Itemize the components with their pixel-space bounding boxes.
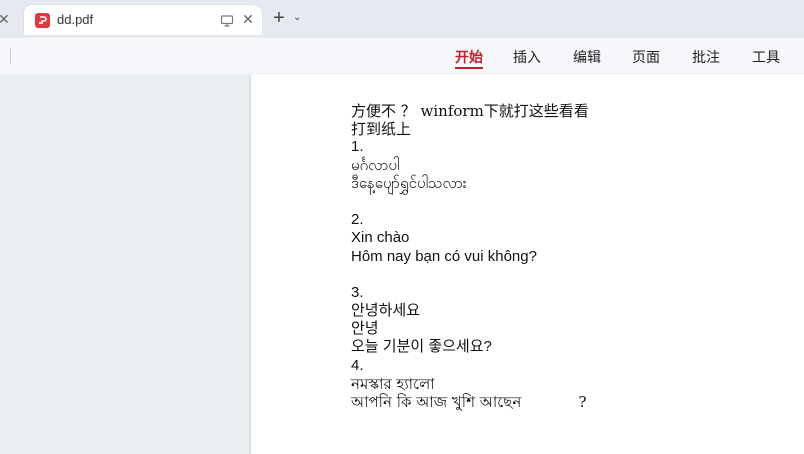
menu-item-tools[interactable]: 工具 xyxy=(752,47,780,69)
doc-line: 方便不 ？ winform下就打这些看看 xyxy=(351,102,589,120)
document-page: 方便不 ？ winform下就打这些看看 打到纸上 1. မင်္ဂလာပါ ဒ… xyxy=(251,74,804,454)
doc-line: 안녕하세요 xyxy=(351,302,421,320)
doc-line: မင်္ဂလာပါ xyxy=(351,156,400,174)
plus-icon[interactable]: + xyxy=(271,8,287,28)
menu-item-start[interactable]: 开始 xyxy=(455,47,483,69)
tab-title: dd.pdf xyxy=(57,12,94,27)
doc-line: Xin chào xyxy=(351,229,410,247)
doc-line: 2. xyxy=(351,211,364,229)
menu-item-edit[interactable]: 编辑 xyxy=(573,47,601,69)
doc-line: 打到纸上 xyxy=(351,120,412,139)
doc-line: নমস্কার হ্যালো xyxy=(351,374,435,393)
doc-line: 안녕 xyxy=(351,320,379,338)
doc-line: 1. xyxy=(351,138,364,156)
chevron-down-icon[interactable]: ⌄ xyxy=(293,13,303,23)
menu-item-insert[interactable]: 插入 xyxy=(513,47,541,69)
pdf-reader-window: ✕ dd.pdf ✕ + ⌄ 开始 插入 编辑 页面 批注 工具 方便不 ？ w… xyxy=(0,0,804,454)
doc-line: 오늘 기분이 좋으세요? xyxy=(351,338,492,356)
doc-line xyxy=(351,193,711,211)
divider xyxy=(10,48,11,64)
document-text: 方便不 ？ winform下就打这些看看 打到纸上 1. မင်္ဂလာပါ ဒ… xyxy=(351,102,711,411)
doc-line xyxy=(351,266,711,284)
tab-dd-pdf[interactable]: dd.pdf ✕ xyxy=(24,5,262,35)
menu-item-page[interactable]: 页面 xyxy=(632,47,660,69)
left-panel xyxy=(0,74,251,454)
doc-line: 3. xyxy=(351,283,364,301)
close-icon[interactable]: ✕ xyxy=(241,12,255,26)
ribbon-menu: 开始 插入 编辑 页面 批注 工具 xyxy=(0,38,804,74)
doc-line: আপনি কি আজ খুশি আছেন ? xyxy=(351,393,587,411)
pdf-icon xyxy=(35,13,50,28)
menu-item-comment[interactable]: 批注 xyxy=(692,47,720,69)
doc-line: ဒီနေ့ပျော်ရွှင်ပါသလား xyxy=(351,174,467,192)
close-icon[interactable]: ✕ xyxy=(0,10,12,28)
monitor-icon[interactable] xyxy=(220,14,234,27)
doc-line: 4. xyxy=(351,356,364,374)
tab-strip: ✕ dd.pdf ✕ + ⌄ xyxy=(0,0,804,38)
doc-line: Hôm nay bạn có vui không? xyxy=(351,247,537,265)
